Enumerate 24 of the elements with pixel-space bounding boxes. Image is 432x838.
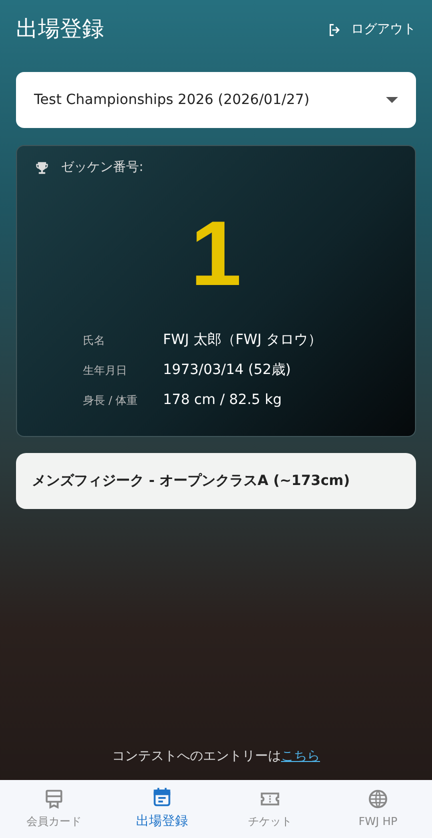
nav-tab[interactable]: 会員カード: [0, 780, 108, 838]
category-card: メンズフィジーク - オープンクラスA (~173cm): [16, 453, 416, 509]
field-value: 1973/03/14 (52歳): [163, 360, 291, 380]
calendar-icon: [151, 786, 173, 808]
nav-tab[interactable]: チケット: [216, 780, 324, 838]
page-title: 出場登録: [16, 16, 104, 44]
trophy-icon: [35, 160, 49, 175]
nav-tab[interactable]: FWJ HP: [324, 780, 432, 838]
field-label: 生年月日: [83, 362, 128, 378]
field-value: FWJ 太郎（FWJ タロウ）: [163, 330, 322, 350]
bib-label: ゼッケン番号:: [61, 159, 144, 177]
entry-link[interactable]: こちら: [281, 748, 320, 764]
field-value: 178 cm / 82.5 kg: [163, 390, 282, 410]
nav-tab[interactable]: 出場登録: [108, 780, 216, 838]
dropdown-caret-icon: [386, 97, 398, 103]
bib-number: 1: [189, 208, 243, 300]
field-label: 氏名: [83, 332, 106, 348]
entry-note: コンテストへのエントリーはこちら: [111, 748, 321, 766]
globe-icon: [367, 788, 389, 810]
logout-button[interactable]: ログアウト: [327, 20, 416, 40]
card-icon: [43, 788, 65, 810]
field-label: 身長 / 体重: [83, 392, 139, 408]
contest-dropdown[interactable]: Test Championships 2026 (2026/01/27): [16, 72, 416, 128]
contest-value: Test Championships 2026 (2026/01/27): [34, 90, 310, 110]
